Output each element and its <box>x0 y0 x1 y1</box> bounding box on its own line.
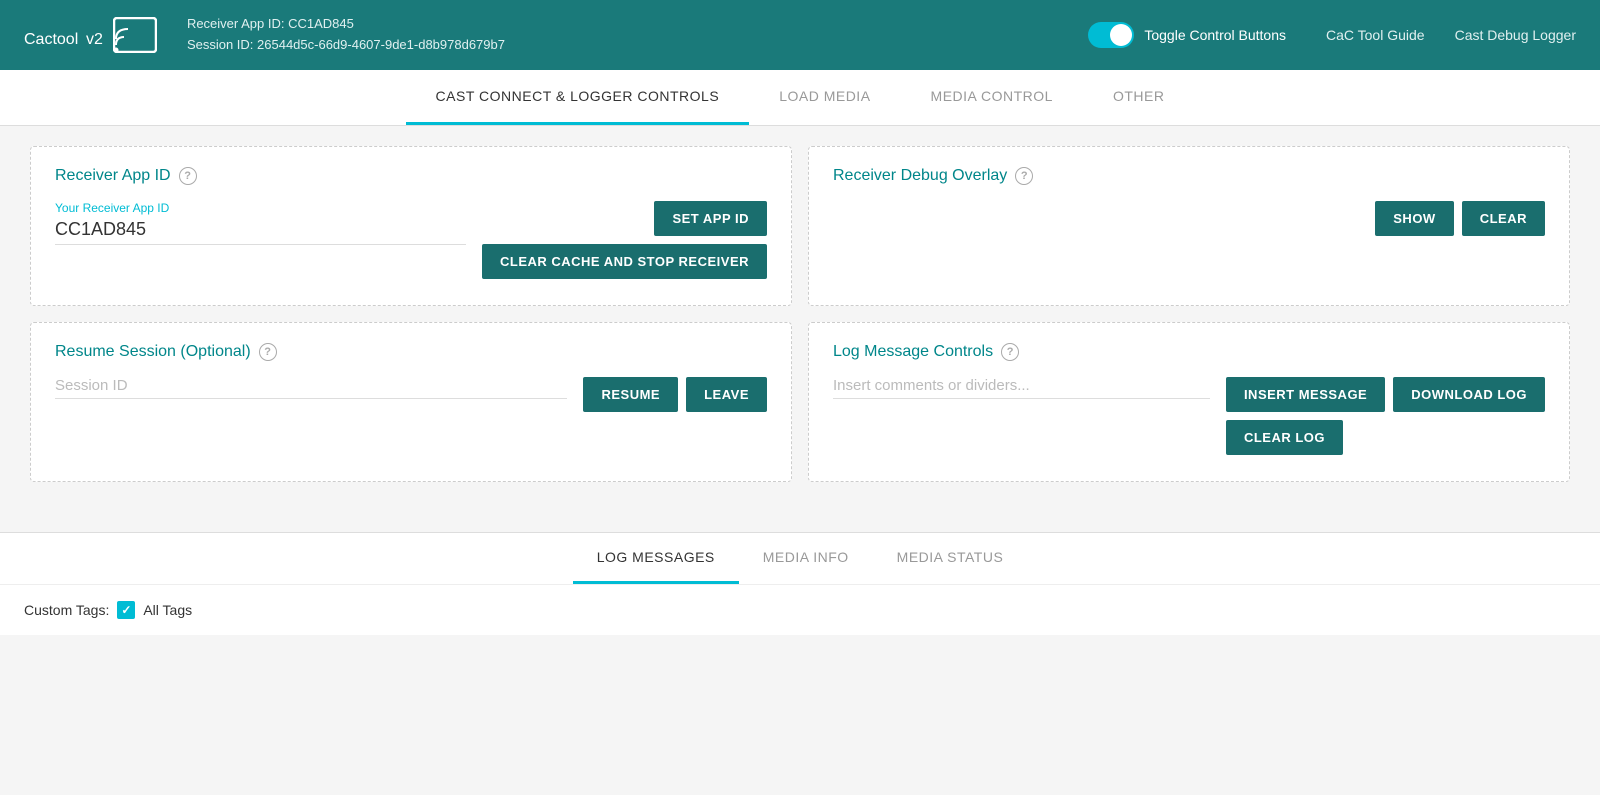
cast-icon <box>113 17 157 53</box>
tab-media-control[interactable]: MEDIA CONTROL <box>901 70 1083 125</box>
receiver-debug-overlay-card: Receiver Debug Overlay ? SHOW CLEAR <box>808 146 1570 306</box>
resume-session-body: RESUME LEAVE <box>55 377 767 412</box>
custom-tags-label: Custom Tags: <box>24 602 109 618</box>
receiver-debug-overlay-help-icon[interactable]: ? <box>1015 167 1033 185</box>
clear-cache-button[interactable]: CLEAR CACHE AND STOP RECEIVER <box>482 244 767 279</box>
cards-grid: Receiver App ID ? Your Receiver App ID C… <box>30 146 1570 482</box>
receiver-app-id-buttons: SET APP ID CLEAR CACHE AND STOP RECEIVER <box>482 201 767 279</box>
header-info: Receiver App ID: CC1AD845 Session ID: 26… <box>187 14 1088 56</box>
download-log-button[interactable]: DOWNLOAD LOG <box>1393 377 1545 412</box>
session-id-info: Session ID: 26544d5c-66d9-4607-9de1-d8b9… <box>187 35 1088 56</box>
leave-button[interactable]: LEAVE <box>686 377 767 412</box>
header-nav: CaC Tool Guide Cast Debug Logger <box>1326 27 1576 43</box>
resume-button[interactable]: RESUME <box>583 377 678 412</box>
receiver-app-id-input-label: Your Receiver App ID <box>55 201 466 215</box>
bottom-tab-media-status[interactable]: MEDIA STATUS <box>873 533 1028 584</box>
main-tabs: CAST CONNECT & LOGGER CONTROLS LOAD MEDI… <box>0 70 1600 125</box>
toggle-switch[interactable] <box>1088 22 1134 48</box>
log-card-body: INSERT MESSAGE DOWNLOAD LOG CLEAR LOG <box>833 377 1545 455</box>
show-overlay-button[interactable]: SHOW <box>1375 201 1453 236</box>
log-buttons-top: INSERT MESSAGE DOWNLOAD LOG <box>1226 377 1545 412</box>
receiver-debug-overlay-body: SHOW CLEAR <box>833 201 1545 236</box>
clear-log-button[interactable]: CLEAR LOG <box>1226 420 1343 455</box>
clear-log-row: CLEAR LOG <box>1226 420 1545 455</box>
bottom-tab-log-messages[interactable]: LOG MESSAGES <box>573 533 739 584</box>
nav-cast-debug-logger[interactable]: Cast Debug Logger <box>1455 27 1576 43</box>
all-tags-label: All Tags <box>143 602 192 618</box>
all-tags-checkbox[interactable] <box>117 601 135 619</box>
logo-name: Cactool <box>24 31 78 48</box>
resume-session-title: Resume Session (Optional) ? <box>55 343 767 361</box>
receiver-app-id-help-icon[interactable]: ? <box>179 167 197 185</box>
receiver-app-id-input-section: Your Receiver App ID CC1AD845 <box>55 201 466 245</box>
set-app-id-button[interactable]: SET APP ID <box>654 201 767 236</box>
main-content: Receiver App ID ? Your Receiver App ID C… <box>0 126 1600 522</box>
nav-cac-tool-guide[interactable]: CaC Tool Guide <box>1326 27 1425 43</box>
logo-version: v2 <box>86 31 103 48</box>
clear-overlay-button[interactable]: CLEAR <box>1462 201 1545 236</box>
receiver-debug-overlay-title: Receiver Debug Overlay ? <box>833 167 1545 185</box>
tab-load-media[interactable]: LOAD MEDIA <box>749 70 900 125</box>
resume-session-input-section <box>55 377 567 399</box>
custom-tags-row: Custom Tags: All Tags <box>24 601 1576 619</box>
receiver-debug-overlay-buttons: SHOW CLEAR <box>1375 201 1545 236</box>
logo: Cactool v2 <box>24 17 157 53</box>
log-buttons: INSERT MESSAGE DOWNLOAD LOG CLEAR LOG <box>1226 377 1545 455</box>
receiver-app-id-title: Receiver App ID ? <box>55 167 767 185</box>
receiver-app-id-value[interactable]: CC1AD845 <box>55 219 466 245</box>
log-message-controls-card: Log Message Controls ? INSERT MESSAGE DO… <box>808 322 1570 482</box>
toggle-section[interactable]: Toggle Control Buttons <box>1088 22 1286 48</box>
insert-message-button[interactable]: INSERT MESSAGE <box>1226 377 1385 412</box>
tab-cast-connect[interactable]: CAST CONNECT & LOGGER CONTROLS <box>406 70 750 125</box>
log-message-controls-title: Log Message Controls ? <box>833 343 1545 361</box>
log-comment-input[interactable] <box>833 377 1210 399</box>
header: Cactool v2 Receiver App ID: CC1AD845 Ses… <box>0 0 1600 70</box>
tab-other[interactable]: OTHER <box>1083 70 1195 125</box>
log-message-controls-help-icon[interactable]: ? <box>1001 343 1019 361</box>
session-id-input[interactable] <box>55 377 567 399</box>
logo-text: Cactool v2 <box>24 19 103 51</box>
bottom-section: LOG MESSAGES MEDIA INFO MEDIA STATUS Cus… <box>0 532 1600 635</box>
resume-session-buttons: RESUME LEAVE <box>583 377 767 412</box>
bottom-content: Custom Tags: All Tags <box>0 585 1600 635</box>
log-input-section <box>833 377 1210 399</box>
toggle-label: Toggle Control Buttons <box>1144 27 1286 43</box>
receiver-app-id-card: Receiver App ID ? Your Receiver App ID C… <box>30 146 792 306</box>
resume-session-help-icon[interactable]: ? <box>259 343 277 361</box>
receiver-app-id-info: Receiver App ID: CC1AD845 <box>187 14 1088 35</box>
resume-session-card: Resume Session (Optional) ? RESUME LEAVE <box>30 322 792 482</box>
main-tabs-container: CAST CONNECT & LOGGER CONTROLS LOAD MEDI… <box>0 70 1600 126</box>
receiver-app-id-body: Your Receiver App ID CC1AD845 SET APP ID… <box>55 201 767 279</box>
bottom-tab-media-info[interactable]: MEDIA INFO <box>739 533 873 584</box>
bottom-tabs: LOG MESSAGES MEDIA INFO MEDIA STATUS <box>0 533 1600 585</box>
